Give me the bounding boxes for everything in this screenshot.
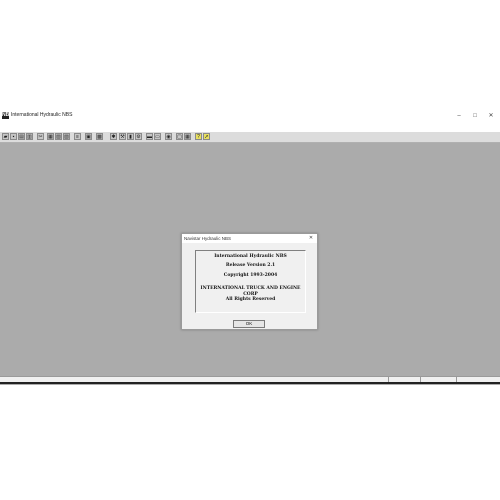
toolbar-button-truck[interactable]: ▭ — [154, 133, 161, 140]
monitor-icon: ▩ — [97, 134, 102, 140]
toolbar-button-help[interactable]: ? — [195, 133, 202, 140]
paste-icon: ▧ — [56, 134, 61, 140]
tool-icon: ⚒ — [120, 134, 125, 140]
whats-this-icon: ➚ — [204, 134, 209, 140]
toolbar-button-clipboard[interactable]: ▨ — [63, 133, 70, 140]
dialog-close-button[interactable]: ✕ — [307, 234, 315, 243]
window-bottom-edge — [0, 382, 500, 384]
product-name: International Hydraulic NBS — [214, 254, 287, 259]
open-folder-icon: ▰ — [3, 134, 8, 140]
settings-icon: ✱ — [111, 134, 116, 140]
rights-reserved: All Rights Reserved — [225, 297, 276, 302]
truck-icon: ▭ — [155, 134, 160, 140]
toolbar-button-save[interactable]: ▪ — [10, 133, 17, 140]
toolbar-button-connect[interactable]: ◉ — [165, 133, 172, 140]
toolbar-button-car[interactable]: ▬ — [146, 133, 153, 140]
window-icon: ▢ — [177, 134, 182, 140]
module-icon: ▣ — [86, 134, 91, 140]
cut-icon: ✂ — [38, 134, 43, 140]
toolbar-button-tool[interactable]: ⚒ — [119, 133, 126, 140]
mdi-workspace: Navistar Hydraulic NBS ✕ International H… — [0, 143, 500, 385]
save-icon: ▪ — [12, 134, 15, 140]
copy-icon: ▦ — [48, 134, 53, 140]
toolbar: ▰ ▪ ▤ ▥ ✂ ▦ ▧ ▨ ≡ ▣ ▩ ✱ ⚒ ▮ ⚙ ▬ ▭ ◉ ▢ ▦ … — [0, 132, 500, 143]
print-icon: ▤ — [19, 134, 24, 140]
list-icon: ≡ — [76, 134, 79, 140]
toolbar-button-copy[interactable]: ▦ — [47, 133, 54, 140]
chart-icon: ▮ — [129, 134, 132, 140]
maximize-button[interactable]: □ — [469, 111, 481, 121]
tile-icon: ▦ — [185, 134, 190, 140]
dialog-title-bar[interactable]: Navistar Hydraulic NBS ✕ — [182, 234, 317, 243]
toolbar-button-print[interactable]: ▤ — [18, 133, 25, 140]
wrench-icon: ⚙ — [136, 134, 141, 140]
ok-button[interactable]: OK — [233, 320, 265, 328]
copyright: Copyright 1993-2004 — [223, 273, 278, 278]
minimize-button[interactable]: – — [453, 111, 465, 121]
toolbar-button-settings[interactable]: ✱ — [110, 133, 117, 140]
toolbar-button-window[interactable]: ▢ — [176, 133, 183, 140]
toolbar-button-whats-this[interactable]: ➚ — [203, 133, 210, 140]
about-dialog: Navistar Hydraulic NBS ✕ International H… — [181, 233, 318, 330]
toolbar-button-paste[interactable]: ▧ — [55, 133, 62, 140]
toolbar-button-list[interactable]: ≡ — [74, 133, 81, 140]
title-bar[interactable]: NBS International Hydraulic NBS – □ ✕ — [0, 109, 500, 123]
clipboard-icon: ▨ — [64, 134, 69, 140]
help-icon: ? — [197, 134, 200, 140]
toolbar-button-wrench[interactable]: ⚙ — [135, 133, 142, 140]
release-version: Release Version 2.1 — [225, 263, 276, 268]
toolbar-button-open[interactable]: ▰ — [2, 133, 9, 140]
about-info-panel: International Hydraulic NBS Release Vers… — [195, 250, 306, 313]
toolbar-button-print-preview[interactable]: ▥ — [26, 133, 33, 140]
dialog-title: Navistar Hydraulic NBS — [184, 236, 232, 241]
window-title: International Hydraulic NBS — [11, 112, 73, 118]
car-icon: ▬ — [147, 134, 152, 140]
toolbar-button-tile[interactable]: ▦ — [184, 133, 191, 140]
toolbar-button-chart[interactable]: ▮ — [127, 133, 134, 140]
connect-icon: ◉ — [166, 134, 171, 140]
toolbar-button-cut[interactable]: ✂ — [37, 133, 44, 140]
app-icon: NBS — [2, 112, 13, 119]
main-window: NBS International Hydraulic NBS – □ ✕ Fi… — [0, 109, 500, 385]
toolbar-button-module[interactable]: ▣ — [85, 133, 92, 140]
print-preview-icon: ▥ — [27, 134, 32, 140]
close-button[interactable]: ✕ — [485, 111, 497, 121]
toolbar-button-monitor[interactable]: ▩ — [96, 133, 103, 140]
